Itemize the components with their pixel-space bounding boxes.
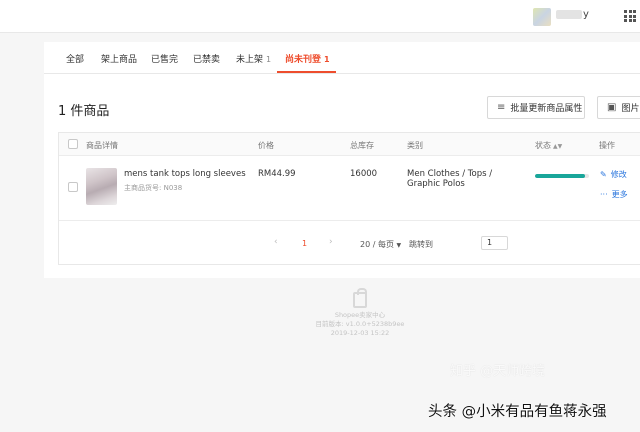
top-header: y [0, 0, 640, 33]
edit-icon: ✎ [600, 170, 607, 179]
footer-brand: Shopee卖家中心 [334, 311, 386, 319]
col-product-details: 商品详情 [86, 141, 118, 150]
product-category: Men Clothes / Tops / Graphic Polos [407, 169, 493, 189]
status-tabs: 全部 架上商品 已售完 已禁卖 未上架 1 尚未刊登 1 [44, 42, 640, 74]
image-icon: ▣ [607, 102, 617, 113]
image-manage-label: 图片管 [621, 104, 640, 114]
batch-update-label: 批量更新商品属性 [510, 104, 583, 114]
tab-live[interactable]: 架上商品 [101, 52, 140, 65]
col-category: 类别 [407, 141, 423, 150]
active-tab-indicator [277, 71, 336, 73]
product-price: RM44.99 [258, 169, 296, 179]
username-text: y [583, 9, 589, 20]
product-table: 商品详情 价格 总库存 类别 状态 ▲▼ 操作 mens tank tops lo… [58, 132, 640, 265]
prev-page-icon[interactable]: ‹ [274, 237, 278, 247]
product-list-panel: 全部 架上商品 已售完 已禁卖 未上架 1 尚未刊登 1 1 件商品 ≡ 批量更新商… [44, 42, 640, 278]
tab-banned[interactable]: 已禁卖 [193, 52, 223, 65]
page-number[interactable]: 1 [302, 239, 307, 248]
tab-all[interactable]: 全部 [66, 52, 87, 65]
watermark-zhihu: 知乎 @天师跨境 [450, 364, 546, 379]
next-page-icon[interactable]: › [329, 237, 333, 247]
watermark-toutiao: 头条 @小米有品有鱼蒋永强 [428, 404, 607, 420]
more-icon: ··· [600, 190, 608, 199]
shopee-bag-icon [353, 288, 367, 308]
edit-link[interactable]: ✎ 修改 [600, 169, 627, 180]
page-footer: Shopee卖家中心 目前版本: v1.0.0+5238b9ee 2019-12… [300, 288, 420, 338]
product-sku: 主商品货号: N038 [124, 184, 183, 192]
product-count-title: 1 件商品 [58, 104, 110, 119]
product-name[interactable]: mens tank tops long sleeves [124, 169, 246, 179]
status-progress-fill [535, 174, 585, 178]
row-checkbox[interactable] [68, 182, 78, 192]
tab-sold-out[interactable]: 已售完 [151, 52, 181, 65]
product-thumbnail[interactable] [86, 168, 117, 205]
pagination: ‹ 1 › 20 / 每页 ▼ 跳转到 1 [59, 236, 640, 252]
sort-icon[interactable]: ▲▼ [553, 143, 562, 150]
avatar[interactable] [533, 8, 551, 26]
footer-version: 目前版本: v1.0.0+5238b9ee [315, 320, 405, 328]
status-progress-bar [535, 174, 589, 178]
more-link[interactable]: ··· 更多 [600, 189, 628, 200]
col-price[interactable]: 价格 [258, 140, 274, 151]
col-status[interactable]: 状态 ▲▼ [535, 140, 562, 151]
page-size-select[interactable]: 20 / 每页 ▼ [360, 239, 401, 250]
chevron-down-icon: ▼ [396, 242, 402, 249]
select-all-checkbox[interactable] [68, 139, 78, 149]
tab-not-published[interactable]: 尚未刊登 1 [285, 52, 330, 65]
table-row: mens tank tops long sleeves 主商品货号: N038 … [59, 156, 640, 221]
col-actions: 操作 [599, 141, 615, 150]
jump-label: 跳转到 [409, 240, 433, 249]
apps-grid-icon[interactable] [624, 10, 636, 22]
tab-unlisted[interactable]: 未上架 1 [236, 52, 271, 65]
image-manage-button[interactable]: ▣ 图片管 [597, 96, 640, 119]
jump-page-input[interactable]: 1 [481, 236, 508, 250]
table-header: 商品详情 价格 总库存 类别 状态 ▲▼ 操作 [59, 133, 640, 156]
username[interactable]: y [556, 9, 589, 20]
username-blur [556, 9, 582, 19]
batch-update-button[interactable]: ≡ 批量更新商品属性 [487, 96, 585, 119]
product-stock: 16000 [350, 169, 378, 179]
col-stock[interactable]: 总库存 [350, 140, 374, 151]
footer-timestamp: 2019-12-03 15:22 [330, 329, 390, 337]
batch-edit-icon: ≡ [497, 102, 506, 113]
